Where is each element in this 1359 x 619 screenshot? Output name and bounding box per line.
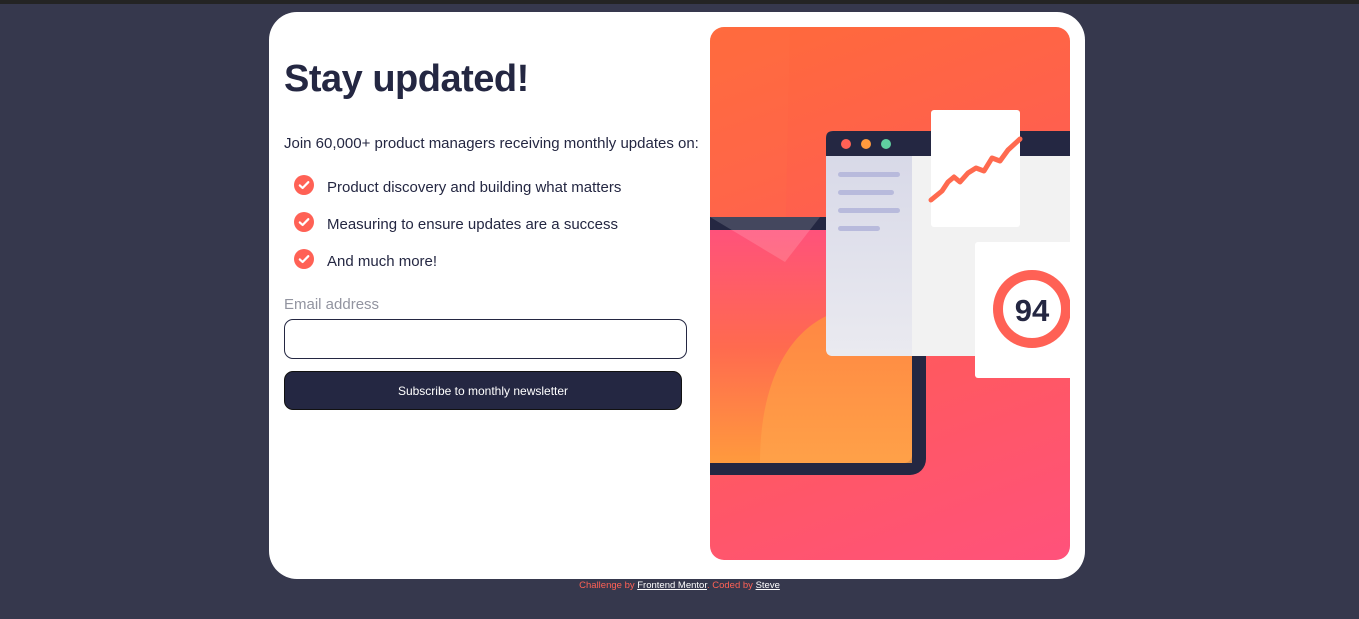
intro-text: Join 60,000+ product managers receiving …	[284, 135, 699, 152]
challenge-prefix: Challenge by	[579, 580, 635, 591]
email-field[interactable]	[284, 319, 687, 359]
sidebar-line	[838, 226, 880, 231]
newsletter-card: Stay updated! Join 60,000+ product manag…	[269, 12, 1085, 579]
attribution: Challenge by Frontend Mentor. Coded by S…	[0, 580, 1359, 591]
feature-text: Measuring to ensure updates are a succes…	[327, 216, 618, 233]
window-dot-icon	[841, 139, 851, 149]
illustration-graphic: 94	[710, 27, 1070, 475]
author-link[interactable]: Steve	[756, 580, 780, 591]
frontend-mentor-link[interactable]: Frontend Mentor	[637, 580, 707, 591]
feature-text: And much more!	[327, 253, 438, 270]
check-circle-icon	[294, 175, 314, 195]
window-dot-icon	[881, 139, 891, 149]
check-circle-icon	[294, 212, 314, 232]
feature-text: Product discovery and building what matt…	[327, 179, 622, 196]
coded-prefix: . Coded by	[706, 580, 753, 591]
window-dot-icon	[861, 139, 871, 149]
score-value: 94	[1015, 293, 1050, 328]
sidebar-line	[838, 190, 894, 195]
dashboard-illustration: 94	[710, 27, 1070, 560]
subscribe-button[interactable]: Subscribe to monthly newsletter	[284, 371, 682, 410]
sidebar-line	[838, 172, 900, 177]
sidebar-line	[838, 208, 900, 213]
page-title: Stay updated!	[284, 58, 529, 100]
check-circle-icon	[294, 249, 314, 269]
email-label: Email address	[284, 296, 380, 313]
window-top-edge	[0, 0, 1359, 4]
sidebar-panel	[826, 156, 912, 356]
